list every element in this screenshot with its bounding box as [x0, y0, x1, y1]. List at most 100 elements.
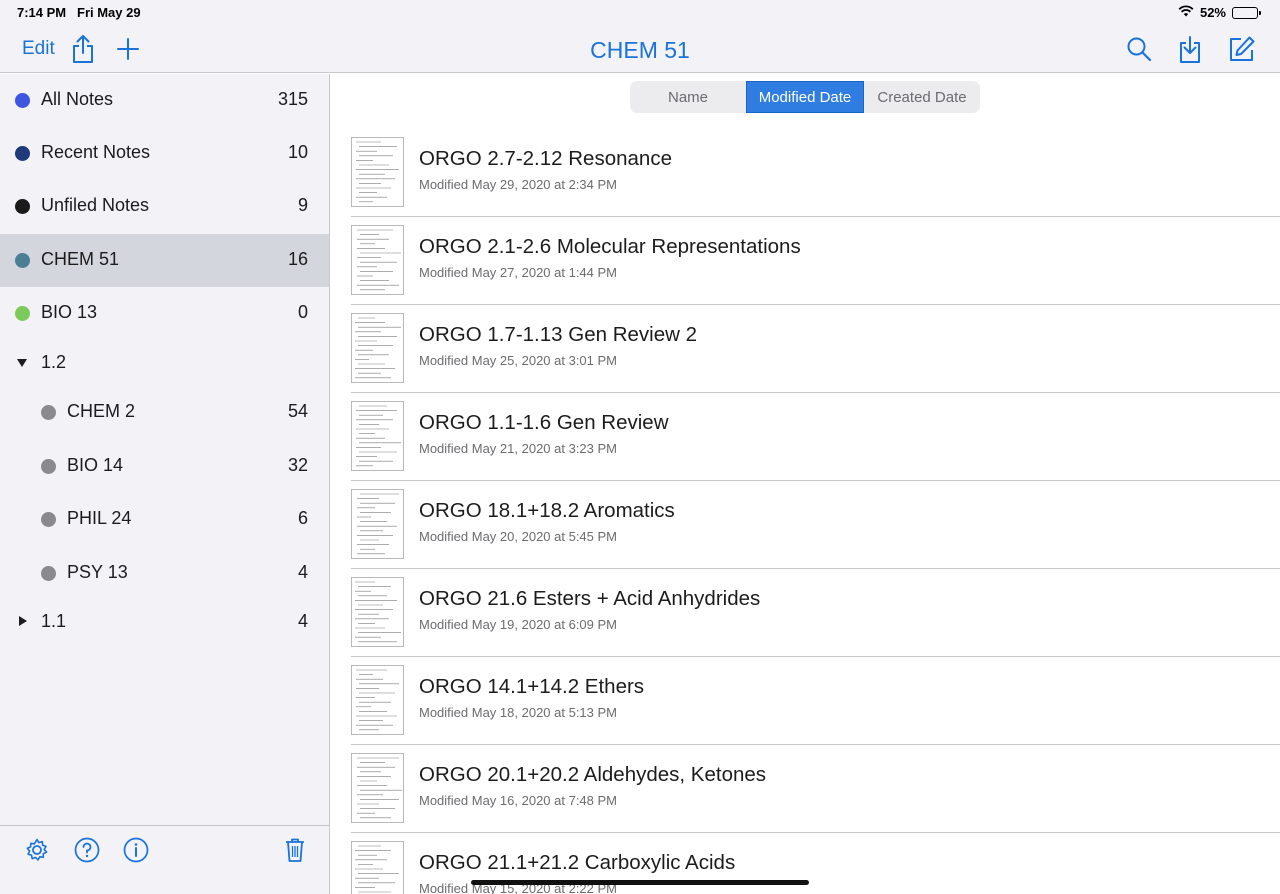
disclosure-triangle-right-icon[interactable]: [19, 616, 27, 626]
note-row[interactable]: ORGO 21.6 Esters + Acid Anhydrides Modifi…: [351, 569, 1280, 657]
note-title: ORGO 21.1+21.2 Carboxylic Acids: [419, 851, 736, 874]
note-row[interactable]: ORGO 14.1+14.2 Ethers Modified May 18, 20…: [351, 657, 1280, 745]
sidebar-item-count: 32: [287, 455, 308, 475]
sort-by-name[interactable]: Name: [630, 81, 746, 113]
disclosure-triangle-down-icon[interactable]: [17, 359, 27, 367]
note-thumbnail: [351, 401, 404, 471]
import-icon[interactable]: [1175, 32, 1205, 66]
edit-button[interactable]: Edit: [22, 38, 55, 60]
sidebar-item-count: 315: [277, 89, 308, 109]
sidebar-item-label: CHEM 2: [67, 401, 136, 421]
trash-icon[interactable]: [281, 836, 309, 864]
nav-bar: Edit CHEM 51: [0, 26, 1280, 73]
note-thumbnail: [351, 225, 404, 295]
sort-segmented-control: Name Modified Date Created Date: [630, 81, 980, 113]
sidebar-item-psy-13[interactable]: PSY 13 4: [0, 547, 329, 600]
note-row[interactable]: ORGO 2.7-2.12 Resonance Modified May 29, …: [351, 129, 1280, 217]
note-modified-date: Modified May 20, 2020 at 5:45 PM: [419, 529, 618, 544]
folder-color-dot: [15, 199, 30, 214]
battery-icon: [1232, 6, 1261, 19]
home-indicator: [471, 880, 809, 885]
folder-color-dot: [41, 512, 56, 527]
folder-color-dot: [41, 459, 56, 474]
notes-list-panel: Name Modified Date Created Date ORGO 2.7…: [331, 74, 1280, 894]
page-title: CHEM 51: [590, 37, 690, 63]
sidebar-item-count: 9: [297, 195, 308, 215]
wifi-icon: [1178, 5, 1194, 20]
sidebar-item-chem-2[interactable]: CHEM 2 54: [0, 386, 329, 439]
sidebar: All Notes 315 Recent Notes 10 Unfiled No…: [0, 74, 330, 894]
status-bar: 7:14 PM Fri May 29 52%: [0, 0, 1280, 26]
note-row[interactable]: ORGO 1.7-1.13 Gen Review 2 Modified May 2…: [351, 305, 1280, 393]
plus-icon[interactable]: [113, 32, 143, 66]
sidebar-item-bio-14[interactable]: BIO 14 32: [0, 440, 329, 493]
sidebar-group-1-1[interactable]: 1.1 4: [0, 596, 329, 649]
note-title: ORGO 1.1-1.6 Gen Review: [419, 411, 669, 434]
sidebar-toolbar: [0, 825, 329, 894]
settings-icon[interactable]: [23, 836, 51, 864]
note-modified-date: Modified May 18, 2020 at 5:13 PM: [419, 705, 618, 720]
sidebar-item-count: 4: [297, 611, 308, 631]
folder-color-dot: [15, 306, 30, 321]
note-title: ORGO 2.1-2.6 Molecular Representations: [419, 235, 801, 258]
note-thumbnail: [351, 577, 404, 647]
note-row[interactable]: ORGO 1.1-1.6 Gen Review Modified May 21, …: [351, 393, 1280, 481]
note-thumbnail: [351, 841, 404, 894]
folder-color-dot: [41, 405, 56, 420]
search-icon[interactable]: [1124, 32, 1154, 66]
status-time: 7:14 PM: [17, 5, 67, 20]
note-modified-date: Modified May 29, 2020 at 2:34 PM: [419, 177, 618, 192]
sidebar-item-count: 6: [297, 508, 308, 528]
folder-color-dot: [15, 146, 30, 161]
sort-by-modified-date[interactable]: Modified Date: [746, 81, 864, 113]
help-icon[interactable]: [73, 836, 101, 864]
sidebar-item-unfiled-notes[interactable]: Unfiled Notes 9: [0, 180, 329, 233]
note-modified-date: Modified May 19, 2020 at 6:09 PM: [419, 617, 618, 632]
sidebar-group-label: 1.2: [41, 352, 67, 372]
compose-icon[interactable]: [1227, 32, 1257, 66]
note-title: ORGO 1.7-1.13 Gen Review 2: [419, 323, 698, 346]
sidebar-item-label: BIO 14: [67, 455, 124, 475]
note-thumbnail: [351, 753, 404, 823]
info-icon[interactable]: [122, 836, 150, 864]
status-indicators: 52%: [1178, 5, 1261, 20]
note-modified-date: Modified May 16, 2020 at 7:48 PM: [419, 793, 618, 808]
sidebar-item-count: 54: [287, 401, 308, 421]
note-title: ORGO 2.7-2.12 Resonance: [419, 147, 672, 170]
note-title: ORGO 18.1+18.2 Aromatics: [419, 499, 675, 522]
note-row[interactable]: ORGO 2.1-2.6 Molecular Representations Mo…: [351, 217, 1280, 305]
note-thumbnail: [351, 489, 404, 559]
folder-color-dot: [15, 253, 30, 268]
sidebar-item-all-notes[interactable]: All Notes 315: [0, 74, 329, 127]
sidebar-item-label: Recent Notes: [41, 142, 151, 162]
sidebar-item-count: 4: [297, 562, 308, 582]
sidebar-group-label: 1.1: [41, 611, 67, 631]
sidebar-item-bio-13[interactable]: BIO 13 0: [0, 287, 329, 340]
sidebar-item-phil-24[interactable]: PHIL 24 6: [0, 493, 329, 546]
note-row[interactable]: ORGO 18.1+18.2 Aromatics Modified May 20,…: [351, 481, 1280, 569]
sidebar-item-label: PSY 13: [67, 562, 128, 582]
sidebar-item-count: 16: [287, 249, 308, 269]
sidebar-item-chem-51[interactable]: CHEM 51 16: [0, 234, 329, 287]
note-modified-date: Modified May 25, 2020 at 3:01 PM: [419, 353, 618, 368]
sidebar-item-label: PHIL 24: [67, 508, 132, 528]
folder-color-dot: [41, 566, 56, 581]
note-thumbnail: [351, 313, 404, 383]
share-icon[interactable]: [68, 32, 98, 66]
note-modified-date: Modified May 27, 2020 at 1:44 PM: [419, 265, 618, 280]
sidebar-item-recent-notes[interactable]: Recent Notes 10: [0, 127, 329, 180]
status-date: Fri May 29: [77, 5, 141, 20]
note-thumbnail: [351, 137, 404, 207]
sidebar-item-label: BIO 13: [41, 302, 98, 322]
note-row[interactable]: ORGO 20.1+20.2 Aldehydes, Ketones Modifie…: [351, 745, 1280, 833]
sidebar-group-1-2[interactable]: 1.2: [0, 337, 329, 390]
sidebar-item-label: Unfiled Notes: [41, 195, 150, 215]
sidebar-item-count: 0: [297, 302, 308, 322]
sort-by-created-date[interactable]: Created Date: [864, 81, 980, 113]
battery-percent: 52%: [1199, 5, 1226, 20]
sidebar-item-count: 10: [287, 142, 308, 162]
note-title: ORGO 14.1+14.2 Ethers: [419, 675, 645, 698]
sidebar-item-label: CHEM 51: [41, 249, 120, 269]
note-thumbnail: [351, 665, 404, 735]
sidebar-item-label: All Notes: [41, 89, 114, 109]
